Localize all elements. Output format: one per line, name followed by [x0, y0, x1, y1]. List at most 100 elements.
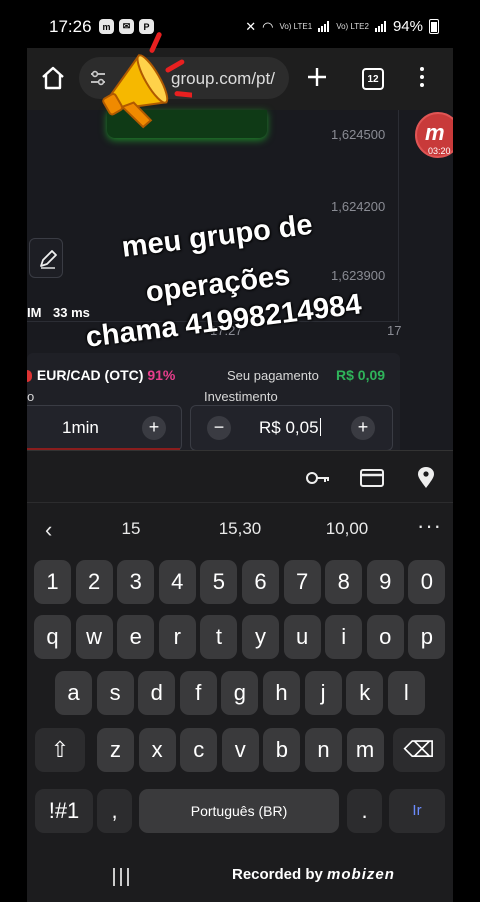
backspace-key[interactable]: ⌫: [393, 728, 445, 772]
payment-value: R$ 0,09: [336, 367, 386, 383]
key-8[interactable]: 8: [325, 560, 363, 604]
autofill-bar: [27, 450, 453, 502]
key-u[interactable]: u: [283, 615, 321, 659]
recorder-watermark: Recorded by mobizen: [232, 866, 395, 883]
credit-card-icon[interactable]: [360, 467, 384, 489]
more-options-icon[interactable]: ···: [417, 513, 442, 539]
chevron-left-icon[interactable]: ‹: [45, 517, 52, 543]
investment-increase-button[interactable]: +: [351, 416, 375, 440]
recording-timer: 03:20: [428, 146, 451, 156]
suggestion-2[interactable]: 15,30: [190, 519, 290, 539]
key-m[interactable]: m: [346, 728, 384, 772]
navigation-bar: Recorded by mobizen: [27, 854, 453, 902]
suggestion-3[interactable]: 10,00: [297, 519, 397, 539]
key-5[interactable]: 5: [200, 560, 238, 604]
keyboard: 1 2 3 4 5 6 7 8 9 0 q w e r t y u i o p a s d f g h j k l ⇧ z x c v b n m ⌫ !#…: [27, 552, 453, 854]
battery-icon: [429, 19, 439, 34]
x-tick-2: 17: [387, 323, 402, 338]
key-l[interactable]: l: [387, 671, 425, 715]
key-9[interactable]: 9: [366, 560, 404, 604]
asset-flag-icon: [27, 370, 32, 383]
key-n[interactable]: n: [305, 728, 342, 772]
network-2-label: Vo) LTE2: [336, 21, 369, 31]
investment-value: R$ 0,05: [259, 418, 319, 437]
key-p[interactable]: p: [408, 615, 446, 659]
y-tick-3: 1,623900: [331, 268, 386, 283]
investment-decrease-button[interactable]: −: [207, 416, 231, 440]
key-z[interactable]: z: [97, 728, 134, 772]
expiry-time-value: 1min: [62, 418, 99, 437]
browser-menu-icon[interactable]: [419, 67, 425, 89]
key-h[interactable]: h: [263, 671, 300, 715]
key-d[interactable]: d: [138, 671, 176, 715]
shift-key[interactable]: ⇧: [35, 728, 85, 772]
key-i[interactable]: i: [325, 615, 363, 659]
key-w[interactable]: w: [75, 615, 113, 659]
expiry-time-field[interactable]: 1min +: [27, 405, 182, 451]
key-7[interactable]: 7: [283, 560, 321, 604]
network-1-label: Vo) LTE1: [279, 21, 313, 31]
time-increase-button[interactable]: +: [142, 416, 166, 440]
key-q[interactable]: q: [34, 615, 71, 659]
bubble-logo: m: [425, 120, 445, 145]
key-y[interactable]: y: [242, 615, 279, 659]
wifi-icon: ◠: [262, 18, 274, 34]
key-a[interactable]: a: [55, 671, 92, 715]
battery-percent: 94%: [392, 18, 423, 35]
investment-input[interactable]: R$ 0,05: [259, 418, 321, 438]
key-x[interactable]: x: [138, 728, 176, 772]
key-k[interactable]: k: [346, 671, 384, 715]
megaphone-icon: [102, 32, 192, 129]
key-0[interactable]: 0: [408, 560, 446, 604]
recent-apps-icon[interactable]: [113, 868, 131, 886]
status-right: ✕ ◠ Vo) LTE1 Vo) LTE2 94%: [245, 18, 439, 35]
new-tab-icon[interactable]: [303, 63, 331, 91]
key-b[interactable]: b: [263, 728, 301, 772]
trade-panel: EUR/CAD (OTC) 91% Seu pagamento R$ 0,09 …: [27, 353, 400, 451]
y-tick-1: 1,624500: [331, 127, 386, 142]
key-c[interactable]: c: [180, 728, 218, 772]
drawing-tool-button[interactable]: [29, 238, 63, 278]
signal-1-icon: [318, 21, 330, 32]
symbols-key[interactable]: !#1: [35, 789, 93, 833]
status-bar: 17:26 m ✉ P ✕ ◠ Vo) LTE1 Vo) LTE2 94%: [27, 0, 453, 48]
y-tick-2: 1,624200: [331, 199, 386, 214]
location-pin-icon[interactable]: [417, 467, 435, 489]
key-e[interactable]: e: [117, 615, 155, 659]
investment-label: Investimento: [204, 389, 278, 404]
key-t[interactable]: t: [200, 615, 238, 659]
suggestion-strip: ‹ 15 15,30 10,00 ···: [27, 502, 453, 552]
signal-2-icon: [374, 21, 387, 32]
space-key[interactable]: Português (BR): [139, 789, 339, 833]
tab-switcher-button[interactable]: 12: [362, 68, 384, 90]
home-icon[interactable]: [39, 64, 67, 92]
latency-prefix: IM: [27, 305, 42, 320]
key-v[interactable]: v: [221, 728, 259, 772]
browser-toolbar: group.com/pt/ 12: [27, 48, 453, 110]
suggestion-1[interactable]: 15: [81, 519, 181, 539]
key-1[interactable]: 1: [34, 560, 71, 604]
key-r[interactable]: r: [158, 615, 196, 659]
recorder-text: Recorded by: [232, 866, 323, 883]
key-g[interactable]: g: [221, 671, 259, 715]
period-key[interactable]: .: [347, 789, 382, 833]
key-s[interactable]: s: [96, 671, 134, 715]
key-2[interactable]: 2: [75, 560, 113, 604]
asset-name: EUR/CAD (OTC): [36, 367, 144, 383]
enter-key[interactable]: Ir: [389, 789, 445, 833]
asset-payout-percent: 91%: [147, 367, 176, 383]
text-cursor: [319, 418, 321, 436]
pencil-icon: [40, 250, 57, 269]
key-4[interactable]: 4: [158, 560, 196, 604]
asset-selector[interactable]: EUR/CAD (OTC) 91%: [27, 367, 175, 383]
status-time: 17:26: [49, 17, 92, 36]
key-j[interactable]: j: [304, 671, 342, 715]
key-f[interactable]: f: [179, 671, 217, 715]
key-3[interactable]: 3: [117, 560, 155, 604]
key-6[interactable]: 6: [242, 560, 279, 604]
investment-field[interactable]: − R$ 0,05 +: [190, 405, 393, 451]
key-o[interactable]: o: [366, 615, 404, 659]
key-icon[interactable]: [305, 467, 331, 489]
comma-key[interactable]: ,: [97, 789, 132, 833]
phone-screen: 17:26 m ✉ P ✕ ◠ Vo) LTE1 Vo) LTE2 94% gr…: [27, 0, 453, 902]
